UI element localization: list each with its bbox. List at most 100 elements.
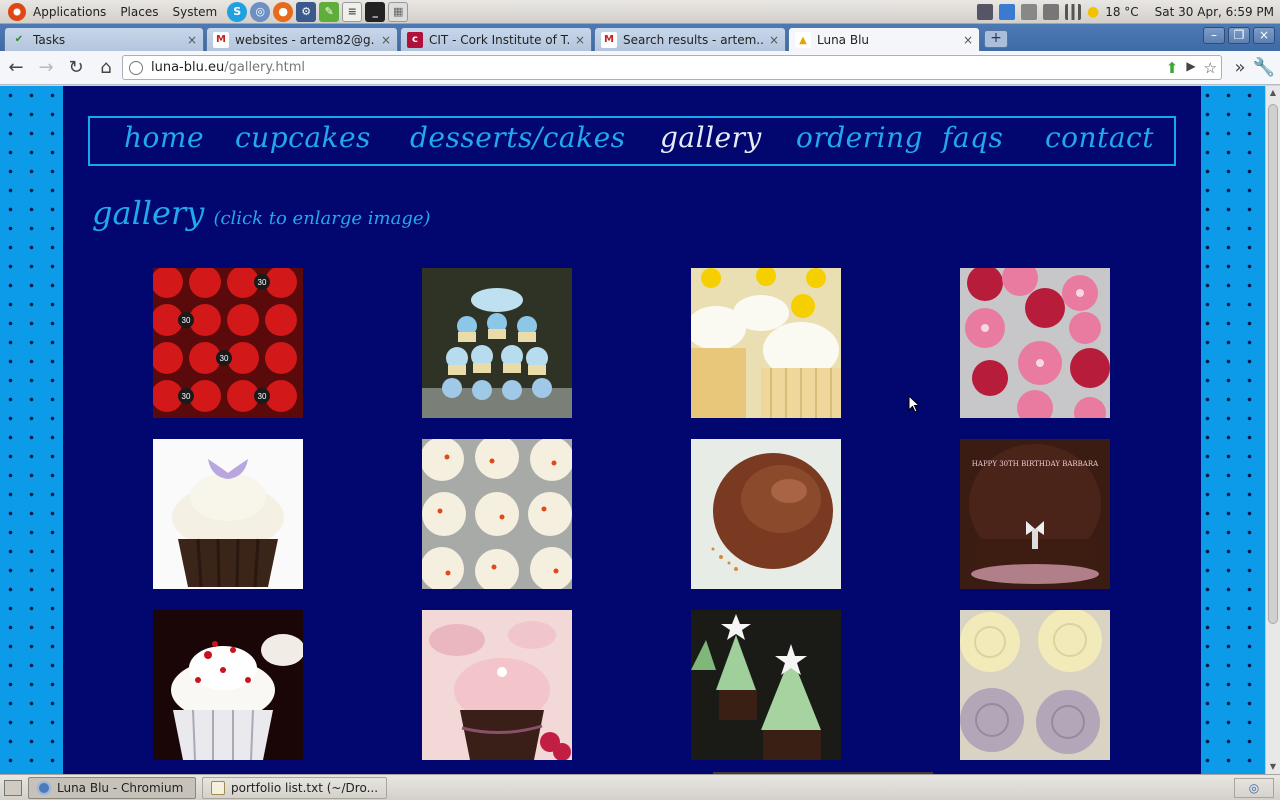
maximize-button[interactable]: ❐	[1228, 27, 1250, 44]
site-content: home cupcakes desserts/cakes gallery ord…	[63, 86, 1201, 774]
gallery-thumb-christmas-tree-cupcakes[interactable]	[691, 610, 841, 760]
page-scrollbar[interactable]: ▲ ▼	[1265, 86, 1280, 774]
terminal-icon[interactable]: _	[365, 1, 386, 22]
checkmark-icon: ✔	[14, 34, 24, 45]
system-menu[interactable]: System	[165, 0, 224, 24]
gallery-thumb-cupcake-tower[interactable]	[422, 268, 572, 418]
edit-launcher-icon[interactable]: ✎	[319, 1, 340, 22]
new-tab-button[interactable]: +	[984, 30, 1008, 48]
system-tray: ● 18 °C Sat 30 Apr, 6:59 PM	[976, 3, 1280, 20]
tab-luna-blu[interactable]: ▲ Luna Blu ×	[788, 27, 980, 52]
gallery-thumb-red-heart-cupcakes[interactable]: 30 30 30 30 30	[153, 268, 303, 418]
gmail-icon: M	[601, 31, 617, 48]
taskbar-item-label: portfolio list.txt (~/Dro...	[231, 780, 379, 795]
nav-desserts-cakes[interactable]: desserts/cakes	[410, 121, 626, 154]
top-panel: Applications Places System S ◎ ● ⚙ ✎ ≡ _…	[0, 0, 1280, 24]
dropbox-icon[interactable]	[998, 3, 1015, 20]
close-icon[interactable]: ×	[769, 33, 779, 47]
forward-button[interactable]: →	[32, 54, 60, 82]
close-icon[interactable]: ×	[187, 33, 197, 47]
ubuntu-logo-icon[interactable]	[8, 2, 26, 21]
tab-title: websites - artem82@g...	[235, 32, 375, 47]
tab-tasks[interactable]: ✔ Tasks ×	[4, 27, 204, 51]
chromium-tray-icon[interactable]: ◎	[1234, 777, 1274, 798]
nav-gallery[interactable]: gallery	[660, 121, 762, 154]
nav-home[interactable]: home	[124, 121, 204, 154]
gallery-thumb-cream-lilac-cupcakes[interactable]	[960, 610, 1110, 760]
yellow-flower-cupcakes-image	[691, 268, 841, 418]
wrench-menu-icon[interactable]: 🔧	[1250, 54, 1278, 82]
scrollbar-thumb[interactable]	[1268, 104, 1278, 624]
minimize-button[interactable]: –	[1203, 27, 1225, 44]
scroll-down-icon[interactable]: ▼	[1266, 760, 1280, 774]
cream-lilac-swirl-cupcakes-image	[960, 610, 1110, 760]
browser-toolbar: ← → ↻ ⌂ luna-blu.eu /gallery.html ⬆ ▶ ☆ …	[0, 51, 1280, 85]
network-manager-icon[interactable]	[976, 3, 993, 20]
close-icon[interactable]: ×	[963, 33, 973, 47]
gallery-thumb-cream-star-cupcakes[interactable]	[422, 439, 572, 589]
text-editor-icon[interactable]: ≡	[342, 1, 363, 22]
screenshot-icon[interactable]: ▦	[388, 1, 409, 22]
volume-icon[interactable]	[1042, 3, 1059, 20]
mouse-cursor-icon	[908, 395, 920, 413]
site-navigation: home cupcakes desserts/cakes gallery ord…	[88, 116, 1176, 166]
close-window-button[interactable]: ×	[1253, 27, 1275, 44]
url-path: /gallery.html	[224, 60, 305, 75]
reload-button[interactable]: ↻	[62, 54, 90, 82]
gallery-note: (click to enlarge image)	[213, 208, 431, 229]
gallery-thumb-yellow-flower-cupcakes[interactable]	[691, 268, 841, 418]
tab-cit[interactable]: c CIT - Cork Institute of T... ×	[400, 27, 592, 51]
red-heart-30-cupcakes-image: 30 30 30 30 30	[153, 268, 303, 418]
gallery-thumb-chocolate-cupcake[interactable]	[691, 439, 841, 589]
30th-birthday-barbara-cake-image: HAPPY 30TH BIRTHDAY BARBARA	[960, 439, 1110, 589]
nav-faqs[interactable]: faqs	[942, 121, 1003, 154]
gallery-thumb-birthday-cake[interactable]: HAPPY 30TH BIRTHDAY BARBARA	[960, 439, 1110, 589]
nav-ordering[interactable]: ordering	[796, 121, 923, 154]
thumb-30-label: 30	[258, 392, 267, 401]
taskbar-item-label: Luna Blu - Chromium	[57, 780, 184, 795]
tab-strip: ✔ Tasks × M websites - artem82@g... × c …	[0, 24, 1280, 52]
bookmark-star-icon[interactable]: ☆	[1204, 59, 1217, 77]
gallery-heading: gallery	[92, 194, 205, 232]
pink-red-heart-cupcakes-image	[960, 268, 1110, 418]
thumb-30-label: 30	[182, 392, 191, 401]
page-info-icon[interactable]	[129, 60, 143, 75]
home-button[interactable]: ⌂	[92, 54, 120, 82]
gallery-thumb-butterfly-cupcake[interactable]	[153, 439, 303, 589]
clock-text[interactable]: Sat 30 Apr, 6:59 PM	[1155, 5, 1274, 19]
scroll-up-icon[interactable]: ▲	[1266, 86, 1280, 100]
url-host: luna-blu.eu	[151, 60, 225, 75]
chromium-launcher-icon[interactable]: ◎	[250, 1, 271, 22]
taskbar-item-chromium[interactable]: Luna Blu - Chromium	[28, 776, 196, 799]
tab-websites-gmail[interactable]: M websites - artem82@g... ×	[206, 27, 398, 51]
gallery-thumb-pink-red-heart-cupcakes[interactable]	[960, 268, 1110, 418]
play-icon[interactable]: ▶	[1186, 59, 1195, 77]
pink-rose-cupcake-image	[422, 610, 572, 760]
nav-cupcakes[interactable]: cupcakes	[235, 121, 371, 154]
address-bar[interactable]: luna-blu.eu /gallery.html ⬆ ▶ ☆	[122, 55, 1222, 80]
back-button[interactable]: ←	[2, 54, 30, 82]
notification-icon[interactable]	[1020, 3, 1037, 20]
applications-menu[interactable]: Applications	[26, 0, 113, 24]
christmas-tree-star-cupcakes-image	[691, 610, 841, 760]
taskbar-item-text-editor[interactable]: portfolio list.txt (~/Dro...	[202, 776, 388, 799]
upload-arrow-icon[interactable]: ⬆	[1166, 59, 1179, 77]
thumb-30-label: 30	[220, 354, 229, 363]
settings-launcher-icon[interactable]: ⚙	[296, 1, 317, 22]
firefox-icon[interactable]: ●	[273, 1, 294, 22]
butterfly-chocolate-cupcake-image	[153, 439, 303, 589]
close-icon[interactable]: ×	[381, 33, 391, 47]
show-desktop-icon[interactable]	[4, 779, 22, 796]
places-menu[interactable]: Places	[113, 0, 165, 24]
close-icon[interactable]: ×	[575, 33, 585, 47]
skype-icon[interactable]: S	[227, 1, 248, 22]
gallery-thumb-red-velvet-cupcake[interactable]	[153, 610, 303, 760]
weather-text[interactable]: 18 °C	[1105, 5, 1138, 19]
signal-icon[interactable]	[1064, 3, 1081, 20]
nav-contact[interactable]: contact	[1045, 121, 1154, 154]
gallery-thumb-pink-rose-cupcake[interactable]	[422, 610, 572, 760]
text-editor-icon	[211, 780, 225, 795]
tab-title: Tasks	[33, 32, 66, 47]
tab-search-results[interactable]: M Search results - artem... ×	[594, 27, 786, 51]
sun-weather-icon: ●	[1086, 3, 1100, 20]
